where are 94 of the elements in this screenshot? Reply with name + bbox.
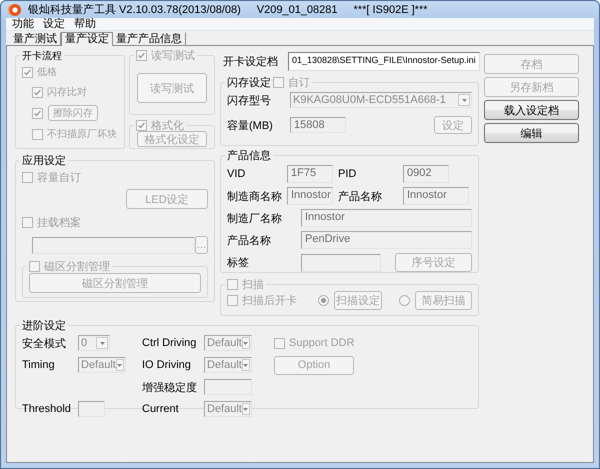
- checkbox[interactable]: [274, 338, 285, 348]
- field-label: 容量(MB): [227, 118, 274, 132]
- button[interactable]: 简易扫描: [414, 291, 472, 310]
- group-title: 应用设定: [22, 154, 66, 168]
- checkbox-label: 容量自订: [37, 170, 81, 185]
- checkbox[interactable]: [136, 120, 147, 131]
- field-label: IO Driving: [142, 359, 192, 371]
- checkbox-label: 不扫描原厂坏块: [47, 128, 117, 141]
- button[interactable]: 序号设定: [395, 253, 472, 272]
- field-label: 产品名称: [227, 234, 272, 248]
- checkbox[interactable]: [227, 295, 238, 306]
- dropdown[interactable]: K9KAG08U0M-ECD551A668-1: [290, 92, 472, 108]
- checkbox-label: 格式化: [151, 119, 184, 133]
- input-field[interactable]: 15808: [290, 117, 346, 133]
- dropdown[interactable]: Default: [204, 357, 252, 373]
- group-title: 进阶设定: [22, 318, 66, 333]
- field-label: 闪存型号: [227, 94, 272, 108]
- checkbox[interactable]: [22, 66, 33, 78]
- checkbox[interactable]: [32, 86, 43, 98]
- button[interactable]: 读写测试: [137, 73, 207, 103]
- field-label: 制造厂名称: [227, 212, 283, 226]
- checkbox[interactable]: [22, 217, 33, 228]
- app-icon: [8, 2, 22, 16]
- input-field[interactable]: [204, 379, 252, 395]
- checkbox-label: 扫描后开卡: [242, 294, 297, 308]
- tab[interactable]: 量产设定: [61, 32, 113, 46]
- checkbox-label: Support DDR: [289, 337, 354, 349]
- field-label: 开卡设定档: [223, 54, 279, 68]
- checkbox[interactable]: [32, 128, 43, 140]
- button[interactable]: 格式化设定: [137, 131, 207, 147]
- chip-model: ***[ IS902E ]***: [354, 4, 428, 16]
- menu-item[interactable]: 功能: [12, 18, 34, 30]
- radio-button[interactable]: [318, 295, 330, 306]
- dropdown-arrow-icon: [243, 342, 248, 344]
- button[interactable]: 编辑: [484, 123, 579, 143]
- field-label: 产品名称: [338, 190, 383, 204]
- input-field[interactable]: Innostor: [403, 187, 469, 205]
- dropdown-arrow-icon: [243, 408, 248, 410]
- checkbox-label: 低格: [37, 66, 57, 79]
- button[interactable]: 扫描设定: [334, 291, 382, 310]
- input-field[interactable]: PenDrive: [301, 231, 472, 249]
- dropdown-arrow-icon: [243, 364, 248, 366]
- field-label: VID: [227, 168, 246, 180]
- radio-button[interactable]: [398, 295, 410, 306]
- input-field[interactable]: [301, 254, 381, 272]
- field-label: PID: [338, 168, 358, 180]
- browse-button[interactable]: ...: [195, 236, 208, 254]
- checkbox-label: 挂载档案: [37, 216, 81, 230]
- button[interactable]: 擦除闪存: [48, 105, 98, 121]
- button[interactable]: Option: [274, 356, 354, 374]
- group-title: 开卡流程: [22, 50, 62, 62]
- field-label: Timing: [22, 359, 56, 371]
- field-label: Threshold: [22, 403, 72, 415]
- dropdown-arrow-icon: [117, 364, 122, 366]
- checkbox[interactable]: [227, 279, 238, 290]
- field-label: 标签: [227, 256, 250, 270]
- window-title: 银灿科技量产工具 V2.10.03.78(2013/08/08): [28, 2, 241, 17]
- field-label: 制造商名称: [227, 190, 282, 204]
- checkbox-label: 读写测试: [151, 49, 195, 63]
- checkbox-label: 自订: [288, 76, 310, 90]
- build-version: V209_01_08281: [256, 4, 338, 16]
- input-field[interactable]: 01_130828\SETTING_FILE\Innostor-Setup.ini: [288, 52, 480, 70]
- field-label: Ctrl Driving: [142, 337, 198, 349]
- input-field[interactable]: Innostor: [301, 209, 472, 227]
- button[interactable]: 设定: [434, 116, 472, 134]
- checkbox[interactable]: [136, 50, 147, 61]
- dropdown-arrow-icon: [100, 342, 104, 344]
- checkbox[interactable]: [29, 261, 40, 272]
- button[interactable]: LED设定: [126, 189, 208, 209]
- checkbox[interactable]: [273, 77, 284, 88]
- checkbox[interactable]: [32, 108, 43, 118]
- checkbox-label: 扫描: [242, 278, 264, 292]
- menu-item[interactable]: 帮助: [74, 18, 96, 30]
- checkbox-label: 磁区分割管理: [44, 260, 110, 274]
- menu-item[interactable]: 设定: [43, 18, 65, 30]
- input-field[interactable]: [32, 236, 195, 254]
- field-label: Current: [142, 403, 180, 415]
- button[interactable]: 载入设定档: [484, 100, 579, 120]
- dropdown[interactable]: Default: [204, 401, 252, 417]
- dropdown[interactable]: Default: [204, 335, 252, 351]
- input-field[interactable]: Innostor: [287, 187, 333, 205]
- input-field[interactable]: 1F75: [287, 165, 333, 183]
- group-title: 闪存设定: [227, 76, 271, 90]
- input-field[interactable]: 0902: [403, 165, 449, 183]
- group-title: 产品信息: [227, 148, 271, 163]
- input-field[interactable]: [78, 401, 105, 417]
- dropdown-arrow-icon: [462, 98, 466, 102]
- dropdown[interactable]: 0: [78, 335, 110, 351]
- field-label: 安全模式: [22, 336, 67, 350]
- field-label: 增强稳定度: [142, 380, 198, 394]
- checkbox-label: 闪存比对: [47, 86, 87, 99]
- dropdown[interactable]: Default: [78, 357, 126, 373]
- checkbox[interactable]: [22, 172, 33, 183]
- button[interactable]: 磁区分割管理: [29, 273, 201, 293]
